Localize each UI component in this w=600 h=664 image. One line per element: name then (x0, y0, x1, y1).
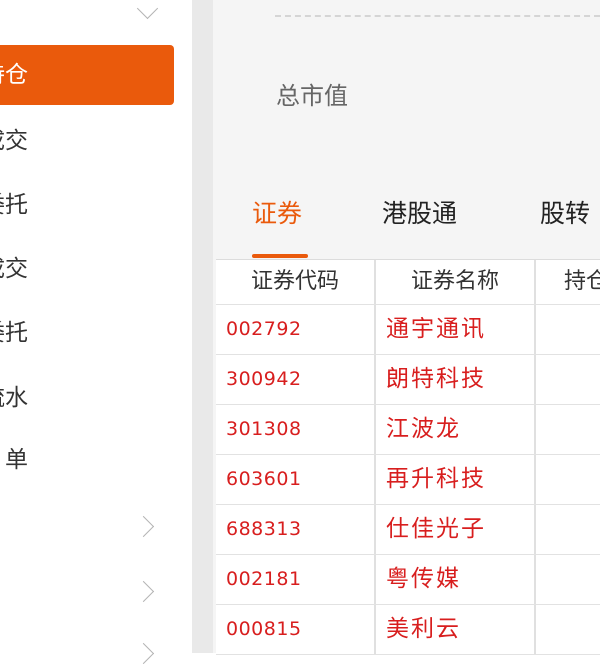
sidebar: 持仓 成交 委托 成交 委托 流水 单 (0, 0, 192, 664)
sidebar-divider (192, 0, 213, 653)
stock-name: 通宇通讯 (376, 305, 536, 354)
holding-cell (536, 505, 600, 554)
stock-name: 美利云 (376, 605, 536, 654)
stock-name: 再升科技 (376, 455, 536, 504)
table-row[interactable]: 002181 粤传媒 (216, 555, 600, 605)
tab-securities[interactable]: 证券 (252, 194, 302, 230)
column-header-name[interactable]: 证券名称 (376, 260, 536, 304)
table-row[interactable]: 002792 通宇通讯 (216, 305, 600, 355)
main-panel: 总市值 证券 港股通 股转 证券代码 证券名称 持仓 002792 通宇通讯 3… (213, 0, 600, 655)
sidebar-item-history-orders[interactable]: 委托 (0, 303, 174, 363)
column-header-code[interactable]: 证券代码 (216, 260, 376, 304)
holding-cell (536, 355, 600, 404)
sidebar-item-holdings[interactable]: 持仓 (0, 45, 174, 105)
table-row[interactable]: 301308 江波龙 (216, 405, 600, 455)
sidebar-item-label: 流水 (0, 385, 28, 411)
chevron-right-icon[interactable] (132, 642, 155, 664)
stock-code: 603601 (216, 455, 376, 504)
sidebar-item-statement[interactable]: 流水 (0, 368, 174, 428)
column-header-holding[interactable]: 持仓 (536, 260, 600, 304)
stock-name: 江波龙 (376, 405, 536, 454)
sidebar-item-trades[interactable]: 成交 (0, 111, 174, 171)
stock-name: 仕佳光子 (376, 505, 536, 554)
stock-code: 002181 (216, 555, 376, 604)
sidebar-item-history-trades[interactable]: 成交 (0, 239, 174, 299)
table-row[interactable]: 688313 仕佳光子 (216, 505, 600, 555)
stock-name: 粤传媒 (376, 555, 536, 604)
holdings-table: 证券代码 证券名称 持仓 002792 通宇通讯 300942 朗特科技 301… (216, 259, 600, 655)
active-tab-indicator (252, 254, 308, 258)
tab-hk-connect[interactable]: 港股通 (382, 194, 457, 230)
holding-cell (536, 555, 600, 604)
sidebar-item-label: 成交 (0, 256, 28, 282)
sidebar-item-label: 单 (5, 447, 28, 473)
stock-code: 301308 (216, 405, 376, 454)
stock-code: 300942 (216, 355, 376, 404)
table-row[interactable]: 603601 再升科技 (216, 455, 600, 505)
divider (275, 15, 600, 17)
stock-name: 朗特科技 (376, 355, 536, 404)
total-market-value-label: 总市值 (276, 82, 348, 110)
sidebar-item-label: 持仓 (0, 62, 28, 88)
holding-cell (536, 605, 600, 654)
chevron-right-icon[interactable] (132, 580, 155, 603)
sidebar-item-label: 成交 (0, 128, 28, 154)
holding-cell (536, 405, 600, 454)
table-row[interactable]: 300942 朗特科技 (216, 355, 600, 405)
sidebar-item-orders[interactable]: 委托 (0, 175, 174, 235)
chevron-right-icon[interactable] (132, 515, 155, 538)
stock-code: 688313 (216, 505, 376, 554)
holding-cell (536, 305, 600, 354)
sidebar-item-list[interactable]: 单 (0, 430, 174, 490)
table-header-row: 证券代码 证券名称 持仓 (216, 260, 600, 305)
holding-cell (536, 455, 600, 504)
tab-share-transfer[interactable]: 股转 (540, 194, 590, 230)
sidebar-item-label: 委托 (0, 320, 28, 346)
table-row[interactable]: 000815 美利云 (216, 605, 600, 655)
stock-code: 000815 (216, 605, 376, 654)
stock-code: 002792 (216, 305, 376, 354)
sidebar-item-label: 委托 (0, 192, 28, 218)
chevron-down-icon[interactable] (136, 0, 159, 20)
